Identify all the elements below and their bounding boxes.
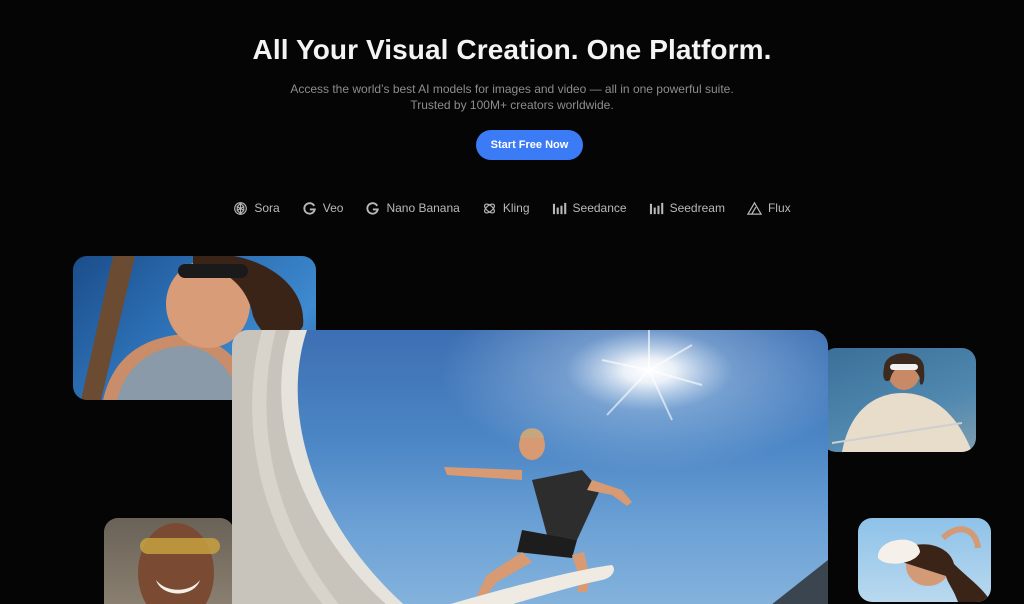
- showcase-image-smiling-man: [104, 518, 234, 604]
- model-label: Flux: [767, 201, 791, 215]
- model-item-veo[interactable]: Veo: [302, 201, 344, 216]
- showcase-image-woman-bicycle: [822, 348, 976, 452]
- landing-page: All Your Visual Creation. One Platform. …: [0, 0, 1024, 604]
- model-item-seedance[interactable]: Seedance: [552, 201, 627, 216]
- model-label: Seedance: [572, 201, 627, 215]
- google-g-icon: [303, 201, 316, 215]
- model-list: Sora Veo Nano Banana Kling Seedance Seed…: [0, 198, 1024, 218]
- showcase-image-woman-lying: [858, 518, 991, 602]
- kling-icon: [483, 202, 495, 214]
- model-label: Veo: [322, 201, 344, 215]
- bars-icon: [649, 202, 663, 214]
- model-label: Nano Banana: [386, 201, 460, 215]
- showcase-image-skateboarder: [232, 330, 828, 604]
- model-item-seedream[interactable]: Seedream: [649, 201, 725, 216]
- model-label: Kling: [502, 201, 530, 215]
- model-label: Sora: [254, 201, 280, 215]
- model-item-sora[interactable]: Sora: [233, 201, 280, 216]
- start-free-button[interactable]: Start Free Now: [476, 130, 583, 160]
- page-title: All Your Visual Creation. One Platform.: [252, 34, 772, 65]
- hero-subtitle-line-1: Access the world’s best AI models for im…: [290, 82, 734, 96]
- openai-icon: [234, 201, 248, 215]
- model-label: Seedream: [669, 201, 725, 215]
- hero-subtitle-line-2: Trusted by 100M+ creators worldwide.: [410, 98, 614, 112]
- bars-icon: [552, 202, 566, 214]
- model-item-flux[interactable]: Flux: [746, 201, 791, 216]
- model-item-nano-banana[interactable]: Nano Banana: [365, 201, 460, 216]
- model-item-kling[interactable]: Kling: [482, 201, 530, 216]
- google-g-icon: [366, 201, 380, 215]
- triangle-icon: [746, 201, 762, 215]
